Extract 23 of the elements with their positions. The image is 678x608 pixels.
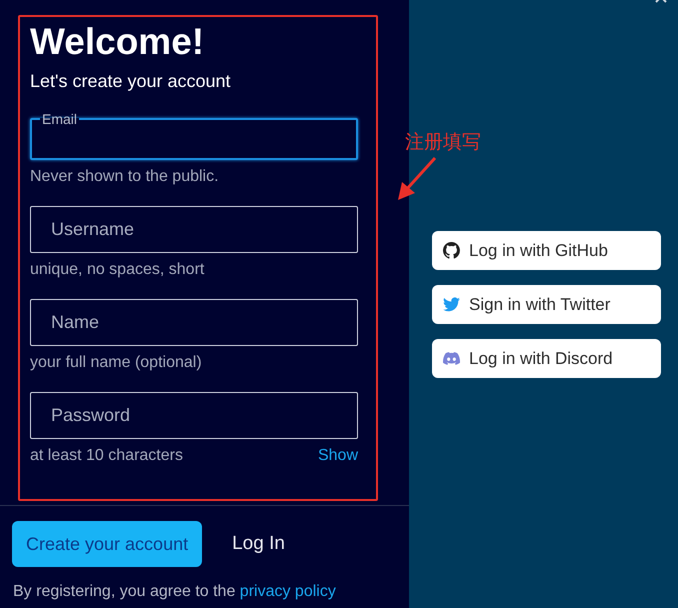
welcome-title: Welcome! bbox=[30, 21, 206, 63]
social-login-button[interactable]: Sign in with Twitter bbox=[432, 285, 661, 324]
social-login-button[interactable]: Log in with GitHub bbox=[432, 231, 661, 270]
create-account-button[interactable]: Create your account bbox=[12, 521, 202, 567]
social-login-button[interactable]: Log in with Discord bbox=[432, 339, 661, 378]
input-field[interactable]: Name bbox=[30, 299, 358, 346]
bird-icon bbox=[443, 297, 460, 312]
field-hint: unique, no spaces, short bbox=[30, 261, 204, 279]
gamepad-icon bbox=[443, 352, 460, 365]
field-hint: Never shown to the public. bbox=[30, 168, 219, 186]
field-hint: your full name (optional) bbox=[30, 354, 202, 372]
annotation-label: 注册填写 bbox=[405, 130, 481, 154]
log-in-link[interactable]: Log In bbox=[232, 533, 285, 555]
input-field[interactable]: Password bbox=[30, 392, 358, 439]
input-field[interactable]: Email bbox=[30, 113, 358, 160]
show-password-link[interactable]: Show bbox=[318, 447, 358, 465]
github-icon bbox=[443, 242, 460, 259]
input-field[interactable]: Username bbox=[30, 206, 358, 253]
annotation-arrow bbox=[396, 156, 438, 202]
privacy-policy-link[interactable]: privacy policy bbox=[240, 583, 336, 600]
field-hint: at least 10 characters bbox=[30, 447, 183, 465]
legal-notice: By registering, you agree to the privacy policy bbox=[13, 583, 336, 601]
subtitle: Let's create your account bbox=[30, 70, 231, 93]
